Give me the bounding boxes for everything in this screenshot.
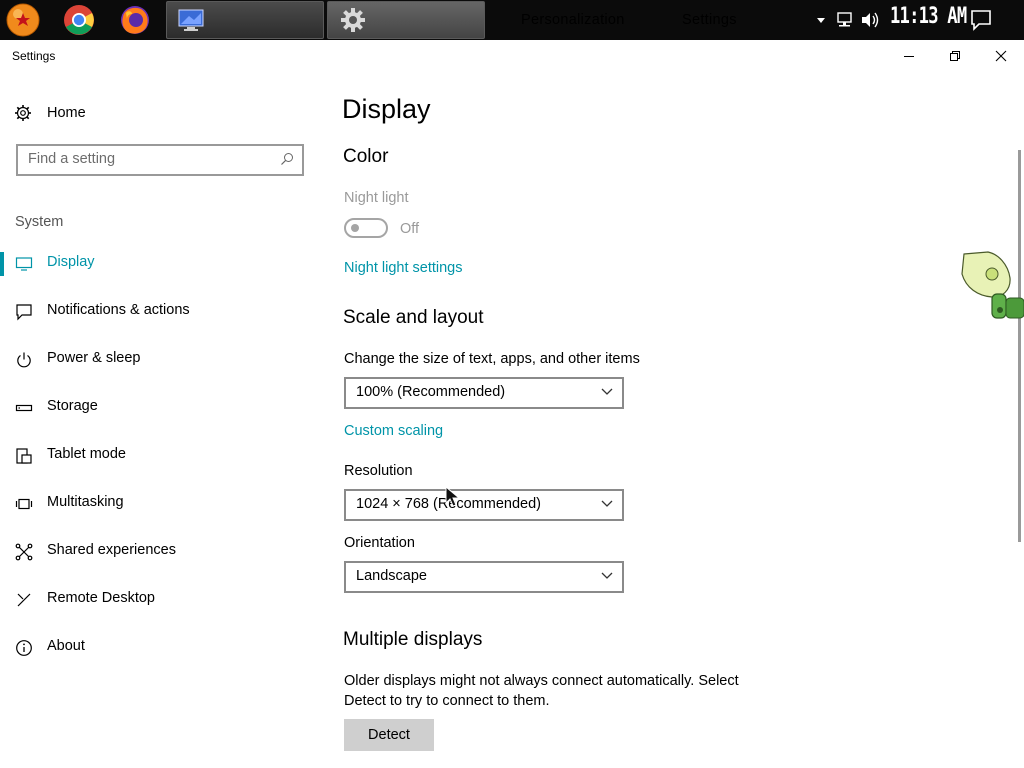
resolution-label: Resolution [344, 463, 413, 479]
notification-icon [16, 304, 32, 321]
chevron-down-icon [601, 500, 613, 507]
sidebar-item-about[interactable]: About [0, 624, 320, 672]
mouse-cursor-icon [445, 486, 461, 507]
start-button[interactable] [6, 3, 40, 37]
sidebar-item-label: Notifications & actions [47, 302, 190, 318]
tablet-icon [16, 448, 32, 464]
monitor-icon [15, 257, 33, 271]
sidebar-item-remote-desktop[interactable]: Remote Desktop [0, 576, 320, 624]
info-icon [16, 640, 32, 656]
multiple-displays-description-1: Older displays might not always connect … [344, 673, 739, 689]
multiple-displays-heading: Multiple displays [343, 629, 483, 650]
restore-button[interactable] [932, 40, 978, 72]
sidebar-item-label: Multitasking [47, 494, 124, 510]
sidebar-item-tablet-mode[interactable]: Tablet mode [0, 432, 320, 480]
gear-icon [341, 8, 365, 32]
storage-icon [15, 404, 33, 412]
multiple-displays-description-2: Detect to try to connect to them. [344, 693, 550, 709]
sidebar-item-label: Power & sleep [47, 350, 141, 366]
taskbar: Personalization Settings 11:13 AM [0, 0, 1024, 40]
search-input[interactable]: Find a setting [16, 144, 304, 176]
sidebar-home[interactable]: Home [14, 102, 86, 124]
sidebar-item-notifications[interactable]: Notifications & actions [0, 288, 320, 336]
taskbar-settings-label: Settings [682, 12, 737, 28]
title-bar[interactable]: Settings [0, 40, 1024, 72]
sidebar-item-display[interactable]: Display [0, 240, 320, 288]
close-button[interactable] [978, 40, 1024, 72]
action-center-icon[interactable] [970, 9, 992, 35]
sidebar-item-power[interactable]: Power & sleep [0, 336, 320, 384]
volume-icon[interactable] [860, 0, 880, 40]
size-label: Change the size of text, apps, and other… [344, 351, 640, 367]
night-light-settings-link[interactable]: Night light settings [344, 260, 462, 276]
scrollbar[interactable] [1018, 150, 1021, 542]
toggle-knob [351, 224, 359, 232]
share-icon [15, 543, 33, 561]
power-icon [17, 352, 31, 368]
page-title: Display [342, 94, 431, 124]
system-tray [814, 0, 880, 40]
search-icon [281, 153, 293, 165]
scale-value: 100% (Recommended) [356, 384, 506, 400]
orientation-value: Landscape [356, 568, 427, 584]
taskbar-settings-button[interactable]: Settings [327, 1, 736, 39]
night-light-state: Off [400, 221, 420, 237]
sidebar-item-storage[interactable]: Storage [0, 384, 320, 432]
home-label: Home [47, 105, 86, 121]
chevron-down-icon [601, 572, 613, 579]
network-icon[interactable] [836, 0, 854, 40]
scale-layout-heading: Scale and layout [343, 307, 484, 328]
remote-desktop-icon [17, 593, 31, 607]
mascot-character-icon [961, 251, 1024, 319]
sidebar-item-shared-experiences[interactable]: Shared experiences [0, 528, 320, 576]
color-heading: Color [343, 146, 389, 167]
chevron-down-icon [601, 388, 613, 395]
gear-icon [15, 105, 31, 121]
sidebar-item-label: Tablet mode [47, 446, 126, 462]
settings-window: Settings Home Find a setting System Disp… [0, 40, 1024, 768]
orientation-label: Orientation [344, 535, 415, 551]
scale-dropdown[interactable]: 100% (Recommended) [344, 377, 624, 409]
night-light-toggle[interactable] [344, 218, 388, 238]
sidebar-item-label: Shared experiences [47, 542, 176, 558]
multitasking-icon [15, 498, 33, 510]
sidebar-item-label: About [47, 638, 85, 654]
custom-scaling-link[interactable]: Custom scaling [344, 423, 443, 439]
sidebar-section-header: System [15, 214, 64, 230]
chrome-icon[interactable] [62, 3, 96, 37]
sidebar-item-label: Display [47, 254, 95, 270]
resolution-dropdown[interactable]: 1024 × 768 (Recommended) [344, 489, 624, 521]
search-placeholder: Find a setting [28, 151, 116, 167]
minimize-button[interactable] [886, 40, 932, 72]
sidebar-item-multitasking[interactable]: Multitasking [0, 480, 320, 528]
selection-indicator [0, 252, 4, 276]
clock[interactable]: 11:13 AM [890, 4, 967, 29]
window-title: Settings [12, 49, 56, 63]
personalization-icon [178, 9, 204, 31]
taskbar-personalization-button[interactable]: Personalization [166, 1, 624, 39]
tray-overflow-icon[interactable] [814, 0, 828, 40]
sidebar-item-label: Remote Desktop [47, 590, 155, 606]
detect-button[interactable]: Detect [344, 719, 434, 751]
sidebar-item-label: Storage [47, 398, 98, 414]
orientation-dropdown[interactable]: Landscape [344, 561, 624, 593]
night-light-label: Night light [344, 190, 409, 206]
firefox-icon[interactable] [118, 3, 152, 37]
taskbar-personalization-label: Personalization [521, 12, 625, 28]
